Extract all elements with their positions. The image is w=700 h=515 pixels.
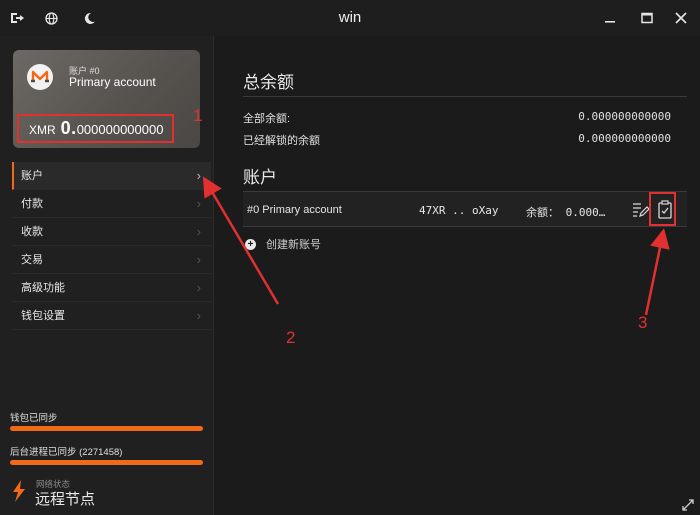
annotation-number-1: 1: [193, 106, 203, 125]
resize-icon[interactable]: [682, 498, 694, 511]
total-balance-label: 全部余额:: [243, 113, 291, 125]
sidebar-item-label: 高级功能: [21, 282, 65, 294]
daemon-sync-label: 后台进程已同步 (2271458): [10, 447, 123, 458]
account-row-name: #0 Primary account: [247, 204, 342, 216]
wallet-sync-label: 钱包已同步: [10, 413, 58, 424]
annotation-number-3: 3: [638, 313, 648, 332]
title-bar: win: [0, 0, 700, 36]
logout-icon[interactable]: [8, 9, 26, 27]
chevron-right-icon: ›: [196, 196, 201, 211]
sidebar-nav: 账户 › 付款 › 收款 › 交易 › 高级功能 › 钱包设置 ›: [12, 162, 211, 330]
accounts-title: 账户: [243, 168, 277, 187]
chevron-right-icon: ›: [196, 280, 201, 295]
sidebar-item-label: 交易: [21, 254, 43, 266]
total-balance-value: 0.000000000000: [578, 110, 671, 123]
chevron-right-icon: ›: [196, 224, 201, 239]
sidebar-item-transactions[interactable]: 交易 ›: [12, 246, 211, 274]
unlocked-balance-value: 0.000000000000: [578, 132, 671, 145]
account-row[interactable]: #0 Primary account 47XR .. oXay 余额： 0.00…: [243, 191, 687, 227]
unlocked-balance-label: 已经解锁的余额: [243, 135, 320, 147]
wallet-sync-progress: [10, 426, 203, 431]
account-row-address: 47XR .. oXay: [419, 204, 499, 217]
divider: [243, 96, 687, 97]
chevron-right-icon: ›: [196, 308, 201, 323]
chevron-right-icon: ›: [196, 168, 201, 183]
sidebar-item-account[interactable]: 账户 ›: [12, 162, 211, 190]
maximize-icon[interactable]: [636, 8, 658, 28]
close-icon[interactable]: [670, 8, 692, 28]
sidebar-item-send[interactable]: 付款 ›: [12, 190, 211, 218]
sidebar-item-label: 付款: [21, 198, 43, 210]
sidebar-item-label: 账户: [21, 170, 43, 182]
sidebar-item-advanced[interactable]: 高级功能 ›: [12, 274, 211, 302]
create-account-button[interactable]: + 创建新账号: [245, 236, 321, 252]
minimize-icon[interactable]: [599, 8, 621, 28]
monero-logo-icon: [27, 64, 53, 90]
window-title: win: [338, 9, 362, 26]
plus-circle-icon: +: [245, 238, 256, 250]
annotation-highlight-box-3: [649, 192, 676, 226]
sidebar: 账户 #0 Primary account XMR 0. 00000000000…: [0, 36, 214, 515]
sidebar-item-label: 收款: [21, 226, 43, 238]
globe-icon[interactable]: [42, 9, 60, 27]
lightning-icon: [12, 480, 26, 502]
edit-icon[interactable]: [631, 201, 650, 219]
balance-title: 总余额: [243, 73, 294, 92]
annotation-number-2: 2: [286, 328, 296, 347]
daemon-sync-progress: [10, 460, 203, 465]
create-account-label: 创建新账号: [266, 239, 321, 251]
sidebar-item-receive[interactable]: 收款 ›: [12, 218, 211, 246]
chevron-right-icon: ›: [196, 252, 201, 267]
moon-icon[interactable]: [80, 9, 98, 27]
account-name: Primary account: [69, 75, 156, 89]
network-mode: 远程节点: [35, 491, 96, 508]
main-panel: 总余额 全部余额: 0.000000000000 已经解锁的余额 0.00000…: [215, 36, 700, 515]
account-row-balance: 余额： 0.000…: [526, 206, 606, 219]
annotation-highlight-box-1: [17, 114, 174, 143]
sidebar-item-settings[interactable]: 钱包设置 ›: [12, 302, 211, 330]
sidebar-item-label: 钱包设置: [21, 310, 65, 322]
